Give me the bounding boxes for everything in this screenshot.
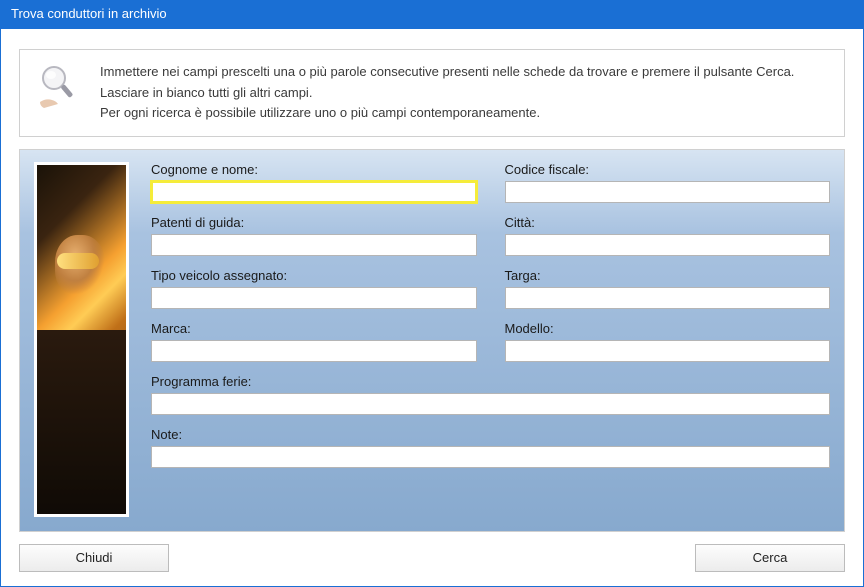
content-area: Immettere nei campi prescelti una o più … [1, 29, 863, 586]
label-modello: Modello: [505, 321, 831, 336]
info-line-1: Immettere nei campi prescelti una o più … [100, 62, 794, 82]
input-tipo-veicolo[interactable] [151, 287, 477, 309]
field-note: Note: [151, 427, 830, 468]
input-codice-fiscale[interactable] [505, 181, 831, 203]
form-panel: Cognome e nome: Codice fiscale: Patenti … [19, 149, 845, 532]
info-line-3: Per ogni ricerca è possibile utilizzare … [100, 103, 794, 123]
info-box: Immettere nei campi prescelti una o più … [19, 49, 845, 137]
field-targa: Targa: [505, 268, 831, 309]
driver-image [34, 162, 129, 517]
label-targa: Targa: [505, 268, 831, 283]
field-modello: Modello: [505, 321, 831, 362]
input-citta[interactable] [505, 234, 831, 256]
magnifier-icon [34, 62, 82, 110]
label-patenti: Patenti di guida: [151, 215, 477, 230]
label-programma-ferie: Programma ferie: [151, 374, 830, 389]
label-codice-fiscale: Codice fiscale: [505, 162, 831, 177]
info-text: Immettere nei campi prescelti una o più … [100, 62, 794, 124]
field-codice-fiscale: Codice fiscale: [505, 162, 831, 203]
field-marca: Marca: [151, 321, 477, 362]
field-tipo-veicolo: Tipo veicolo assegnato: [151, 268, 477, 309]
window-title: Trova conduttori in archivio [11, 6, 167, 21]
field-programma-ferie: Programma ferie: [151, 374, 830, 415]
label-cognome-nome: Cognome e nome: [151, 162, 477, 177]
info-line-2: Lasciare in bianco tutti gli altri campi… [100, 83, 794, 103]
input-note[interactable] [151, 446, 830, 468]
titlebar: Trova conduttori in archivio [1, 1, 863, 29]
label-marca: Marca: [151, 321, 477, 336]
button-row: Chiudi Cerca [19, 544, 845, 572]
field-cognome-nome: Cognome e nome: [151, 162, 477, 203]
search-button[interactable]: Cerca [695, 544, 845, 572]
field-patenti: Patenti di guida: [151, 215, 477, 256]
fields-area: Cognome e nome: Codice fiscale: Patenti … [151, 162, 830, 517]
label-tipo-veicolo: Tipo veicolo assegnato: [151, 268, 477, 283]
input-modello[interactable] [505, 340, 831, 362]
label-citta: Città: [505, 215, 831, 230]
field-citta: Città: [505, 215, 831, 256]
input-marca[interactable] [151, 340, 477, 362]
close-button[interactable]: Chiudi [19, 544, 169, 572]
input-targa[interactable] [505, 287, 831, 309]
input-patenti[interactable] [151, 234, 477, 256]
label-note: Note: [151, 427, 830, 442]
input-cognome-nome[interactable] [151, 181, 477, 203]
input-programma-ferie[interactable] [151, 393, 830, 415]
